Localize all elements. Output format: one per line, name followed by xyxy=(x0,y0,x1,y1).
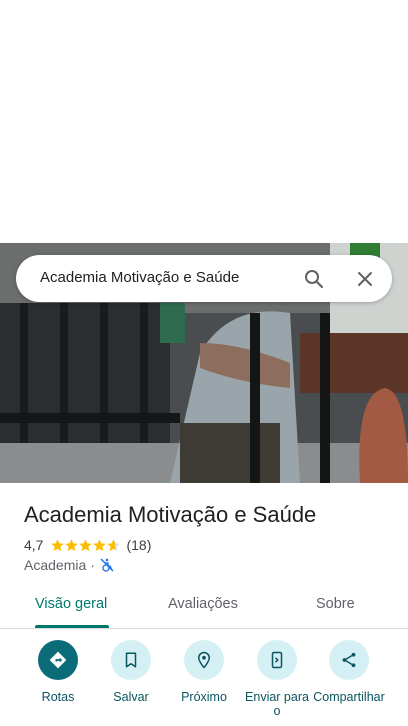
directions-label: Rotas xyxy=(41,690,75,704)
action-bar: Rotas Salvar Próximo Enviar para o Compa… xyxy=(0,640,408,726)
share-label: Compartilhar xyxy=(313,690,385,704)
tab-reviews[interactable]: Avaliações xyxy=(168,596,238,612)
separator: · xyxy=(90,557,95,573)
place-tabs: Visão geral Avaliações Sobre xyxy=(0,586,408,629)
active-tab-indicator xyxy=(35,625,109,628)
rating-row[interactable]: 4,7 (18) xyxy=(24,536,151,554)
search-input[interactable]: Academia Motivação e Saúde xyxy=(40,269,239,286)
close-icon[interactable] xyxy=(353,267,377,291)
search-bar[interactable]: Academia Motivação e Saúde xyxy=(16,255,392,302)
place-category: Academia xyxy=(24,557,87,573)
tab-overview[interactable]: Visão geral xyxy=(35,596,107,612)
send-to-phone-label: Enviar para o xyxy=(245,690,309,718)
nearby-icon xyxy=(184,640,224,680)
save-label: Salvar xyxy=(113,690,149,704)
tab-about[interactable]: Sobre xyxy=(316,596,355,612)
star-icon xyxy=(51,538,65,551)
search-icon[interactable] xyxy=(302,267,326,291)
nearby-label: Próximo xyxy=(181,690,227,704)
save-button[interactable]: Salvar xyxy=(95,640,167,704)
send-to-phone-button[interactable]: Enviar para o xyxy=(241,640,313,718)
nearby-button[interactable]: Próximo xyxy=(168,640,240,704)
review-count: (18) xyxy=(126,537,152,553)
directions-icon xyxy=(38,640,78,680)
no-wheelchair-icon xyxy=(99,557,115,573)
rating-stars xyxy=(50,538,121,553)
directions-button[interactable]: Rotas xyxy=(22,640,94,704)
category-row: Academia · xyxy=(24,556,115,574)
share-button[interactable]: Compartilhar xyxy=(313,640,385,704)
rating-value: 4,7 xyxy=(24,537,44,553)
send-to-phone-icon xyxy=(257,640,297,680)
share-icon xyxy=(329,640,369,680)
place-title: Academia Motivação e Saúde xyxy=(24,502,317,527)
star-half-icon xyxy=(107,538,121,551)
bookmark-icon xyxy=(111,640,151,680)
star-icon xyxy=(93,538,107,551)
map-area[interactable] xyxy=(0,0,408,243)
star-icon xyxy=(65,538,79,551)
star-icon xyxy=(79,538,93,551)
